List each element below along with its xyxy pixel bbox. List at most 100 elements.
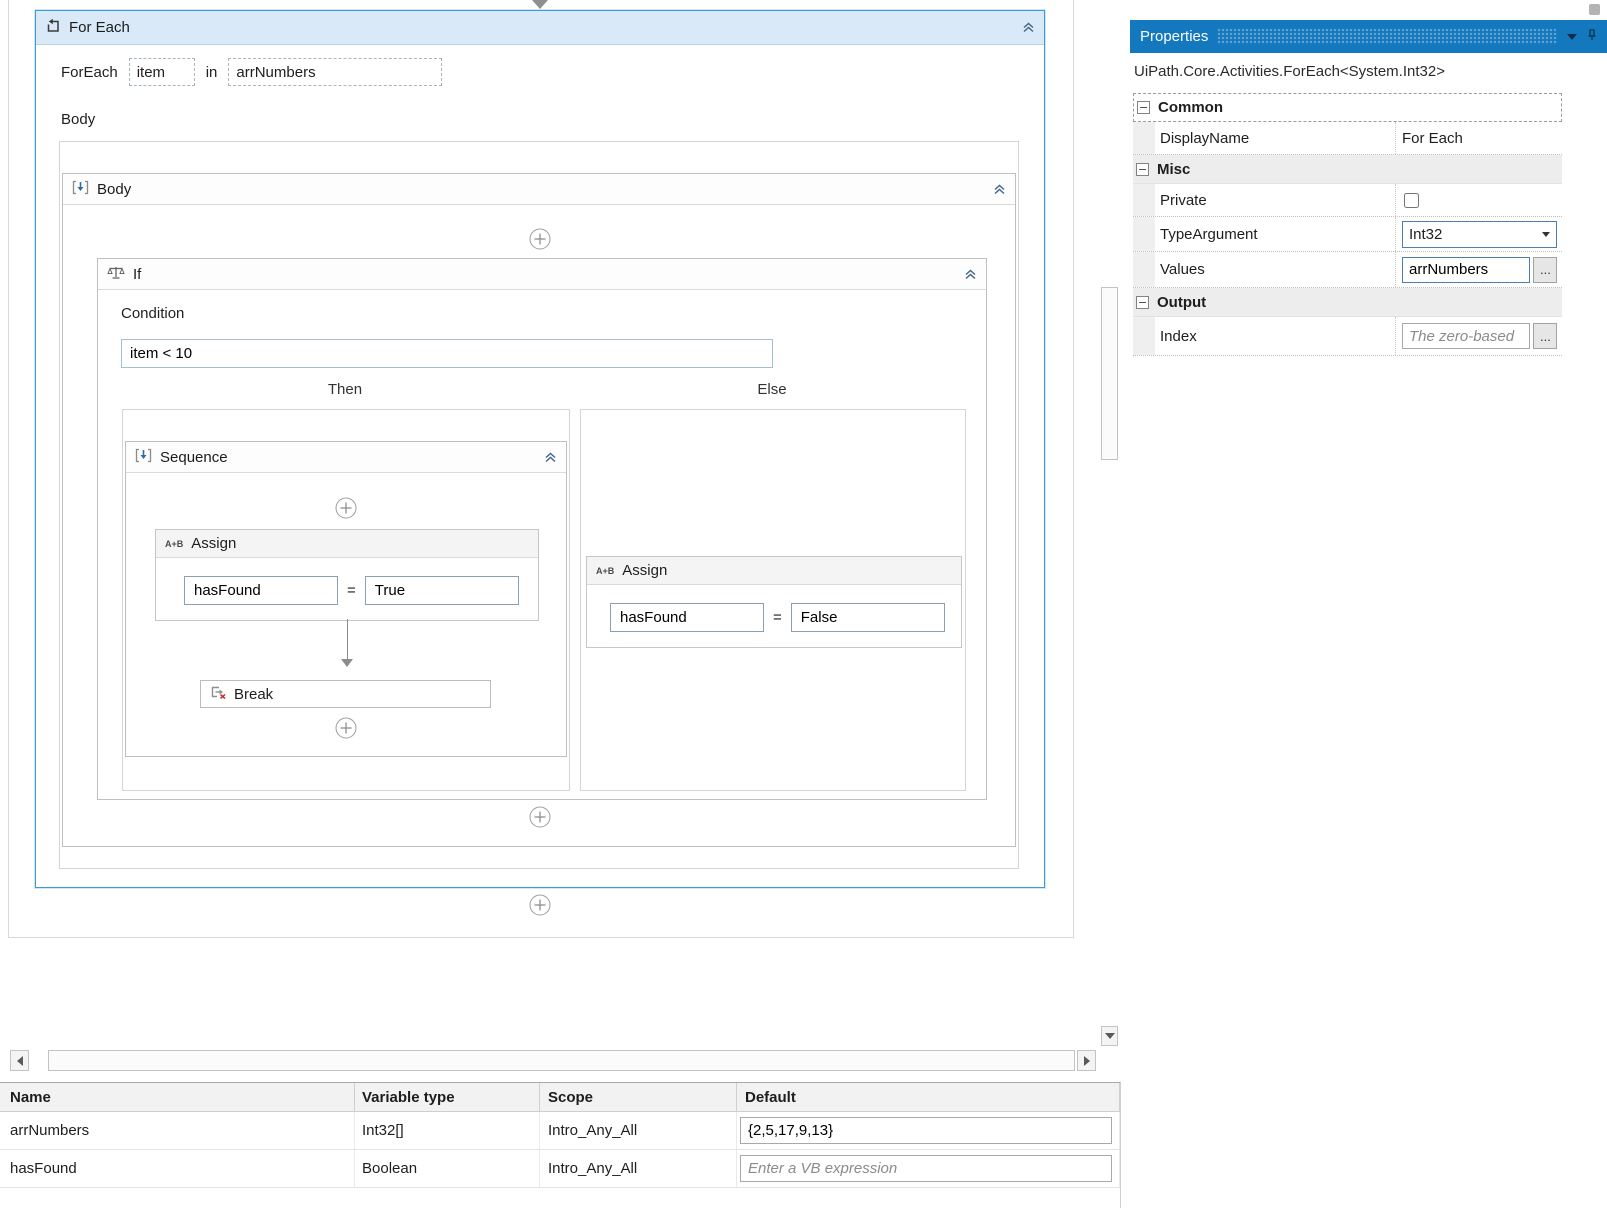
properties-grid: Common DisplayName For Each Misc Private… bbox=[1133, 93, 1562, 356]
collapse-icon[interactable] bbox=[993, 183, 1006, 195]
index-input[interactable] bbox=[1402, 323, 1530, 349]
then-label: Then bbox=[327, 381, 363, 398]
then-drop-area[interactable]: Sequence A+B Assign hasFound = True Brea… bbox=[122, 409, 570, 791]
for-each-icon bbox=[45, 18, 61, 38]
section-output[interactable]: Output bbox=[1133, 288, 1562, 317]
index-browse-button[interactable]: ... bbox=[1533, 323, 1557, 349]
sequence-icon bbox=[72, 180, 89, 199]
property-row-typeargument: TypeArgument Int32 bbox=[1133, 217, 1562, 252]
pin-icon[interactable] bbox=[1586, 28, 1598, 45]
add-activity-button[interactable] bbox=[335, 717, 357, 739]
assign-expression-row: = bbox=[587, 585, 961, 632]
foreach-item-input[interactable] bbox=[128, 58, 195, 86]
variable-default-input[interactable] bbox=[740, 1155, 1112, 1182]
assign-value-input[interactable] bbox=[364, 576, 519, 605]
row-gutter bbox=[1133, 122, 1155, 154]
collapse-section-icon[interactable] bbox=[1136, 295, 1149, 309]
scroll-down-button[interactable] bbox=[1101, 1026, 1118, 1046]
variable-name-cell[interactable]: arrNumbers bbox=[0, 1112, 355, 1149]
private-checkbox[interactable] bbox=[1404, 192, 1419, 208]
activity-break[interactable]: Break bbox=[200, 680, 491, 708]
section-misc[interactable]: Misc bbox=[1133, 155, 1562, 184]
properties-title-bar[interactable]: Properties bbox=[1130, 20, 1607, 53]
section-output-label: Output bbox=[1157, 293, 1207, 311]
activity-then-sequence[interactable]: Sequence A+B Assign hasFound = True Brea… bbox=[125, 441, 567, 757]
displayname-value[interactable]: For Each bbox=[1398, 130, 1463, 147]
scroll-right-button[interactable] bbox=[1077, 1050, 1096, 1071]
activity-for-each[interactable]: For Each ForEach in Body bbox=[35, 10, 1045, 888]
section-common[interactable]: Common bbox=[1133, 93, 1562, 122]
section-common-label: Common bbox=[1158, 99, 1223, 116]
horizontal-scrollbar-thumb[interactable] bbox=[48, 1050, 1075, 1071]
condition-input[interactable] bbox=[121, 339, 773, 368]
add-activity-button[interactable] bbox=[529, 894, 551, 916]
assign-title: Assign bbox=[191, 535, 237, 552]
variable-scope-cell[interactable]: Intro_Any_All bbox=[540, 1112, 737, 1149]
dropdown-arrow-icon bbox=[1542, 231, 1550, 237]
assign-header[interactable]: A+B Assign bbox=[156, 530, 538, 558]
dock-handle-icon[interactable] bbox=[1589, 4, 1600, 15]
else-drop-area[interactable]: A+B Assign = bbox=[580, 409, 966, 791]
property-row-values: Values ... bbox=[1133, 252, 1562, 288]
collapse-icon[interactable] bbox=[544, 451, 557, 463]
assign-icon: A+B bbox=[165, 538, 184, 549]
left-arrow-icon bbox=[16, 1055, 23, 1066]
assign-header[interactable]: A+B Assign bbox=[587, 557, 961, 585]
activity-if[interactable]: If Condition Then Else bbox=[97, 258, 987, 800]
property-label: Values bbox=[1160, 261, 1205, 278]
equals-sign: = bbox=[773, 609, 782, 626]
add-activity-button[interactable] bbox=[335, 497, 357, 519]
uipath-designer: For Each ForEach in Body bbox=[0, 0, 1607, 1208]
variable-row[interactable]: arrNumbers Int32[] Intro_Any_All bbox=[0, 1112, 1120, 1150]
collapse-icon[interactable] bbox=[964, 268, 977, 280]
sequence-icon bbox=[135, 448, 152, 467]
collapse-section-icon[interactable] bbox=[1136, 162, 1149, 176]
typeargument-dropdown[interactable]: Int32 bbox=[1402, 220, 1557, 248]
column-header-variable-type: Variable type bbox=[355, 1083, 540, 1111]
chevron-down-icon[interactable] bbox=[1567, 33, 1577, 40]
section-misc-label: Misc bbox=[1157, 160, 1191, 178]
assign-to-input[interactable] bbox=[184, 576, 338, 605]
values-browse-button[interactable]: ... bbox=[1533, 256, 1557, 283]
foreach-body-drop-area[interactable]: Body If Condition item < 10 Then Else Se… bbox=[59, 141, 1019, 869]
body-sequence-header[interactable]: Body bbox=[63, 174, 1015, 205]
break-icon bbox=[210, 685, 226, 703]
add-activity-button[interactable] bbox=[529, 806, 551, 828]
activity-assign-else[interactable]: A+B Assign = bbox=[586, 556, 962, 648]
add-activity-button[interactable] bbox=[529, 228, 551, 250]
scroll-left-button[interactable] bbox=[10, 1050, 29, 1071]
properties-panel: Properties UiPath.Core.Activities.ForEac… bbox=[1130, 0, 1607, 1208]
collapse-section-icon[interactable] bbox=[1137, 101, 1150, 114]
connector-arrowhead-icon bbox=[341, 659, 353, 667]
variable-row[interactable]: hasFound Boolean Intro_Any_All bbox=[0, 1150, 1120, 1188]
variable-default-input[interactable] bbox=[740, 1117, 1112, 1144]
property-label: TypeArgument bbox=[1160, 225, 1258, 243]
in-label: in bbox=[205, 63, 218, 81]
break-title: Break bbox=[234, 685, 274, 703]
then-sequence-header[interactable]: Sequence bbox=[126, 442, 566, 473]
body-sequence-title: Body bbox=[97, 180, 132, 198]
vertical-scrollbar-thumb[interactable] bbox=[1101, 287, 1118, 460]
variable-name-cell[interactable]: hasFound bbox=[0, 1150, 355, 1187]
titlebar-texture bbox=[1217, 28, 1558, 45]
variables-panel: Name Variable type Scope Default arrNumb… bbox=[0, 1082, 1121, 1208]
assign-value-input[interactable] bbox=[790, 603, 945, 632]
properties-title: Properties bbox=[1140, 28, 1209, 45]
collapse-icon[interactable] bbox=[1022, 22, 1035, 33]
variable-type-cell[interactable]: Boolean bbox=[355, 1150, 540, 1187]
if-header[interactable]: If bbox=[98, 259, 986, 290]
row-gutter bbox=[1133, 317, 1155, 355]
body-label: Body bbox=[61, 111, 96, 128]
variable-scope-cell[interactable]: Intro_Any_All bbox=[540, 1150, 737, 1187]
workflow-canvas: For Each ForEach in Body bbox=[0, 0, 1122, 1082]
foreach-collection-input[interactable] bbox=[228, 58, 443, 86]
assign-to-input[interactable] bbox=[610, 603, 764, 632]
property-label: Index bbox=[1160, 327, 1197, 345]
right-arrow-icon bbox=[1083, 1055, 1090, 1066]
activity-assign-then[interactable]: A+B Assign = bbox=[155, 529, 539, 621]
values-input[interactable] bbox=[1402, 256, 1530, 283]
variable-type-cell[interactable]: Int32[] bbox=[355, 1112, 540, 1149]
if-title: If bbox=[133, 265, 142, 283]
for-each-header[interactable]: For Each bbox=[36, 11, 1044, 45]
activity-body-sequence[interactable]: Body If Condition item < 10 Then Else Se… bbox=[62, 173, 1016, 847]
